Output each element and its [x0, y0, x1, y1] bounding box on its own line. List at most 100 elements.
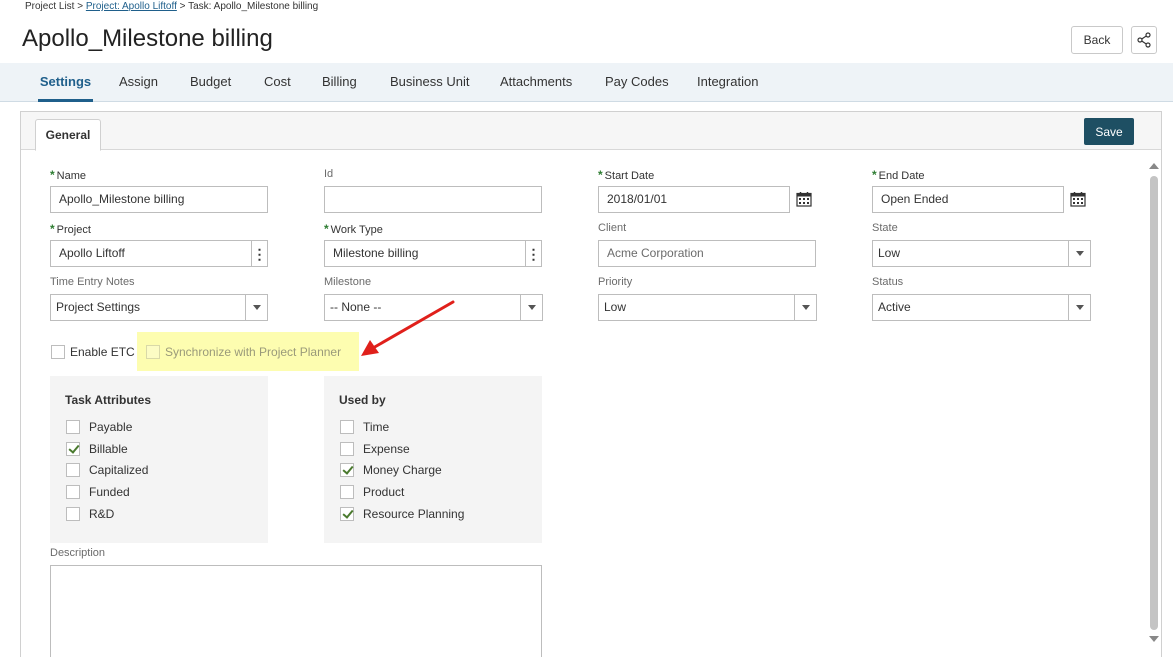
- state-select[interactable]: Low: [872, 240, 1091, 267]
- priority-value: Low: [604, 300, 627, 314]
- resource-planning-label: Resource Planning: [363, 507, 465, 521]
- rd-label: R&D: [89, 507, 115, 521]
- name-label: * Name: [50, 168, 87, 182]
- page-title: Apollo_Milestone billing: [22, 25, 273, 52]
- description-textarea[interactable]: [50, 565, 542, 657]
- scroll-up-icon[interactable]: [1149, 163, 1159, 169]
- id-input[interactable]: [324, 186, 542, 213]
- funded-checkbox[interactable]: [66, 485, 80, 499]
- priority-dropdown-toggle[interactable]: [794, 295, 816, 320]
- tab-assign[interactable]: Assign: [119, 63, 158, 102]
- tab-integration[interactable]: Integration: [697, 63, 758, 102]
- work-type-label: * Work Type: [324, 222, 383, 236]
- product-checkbox[interactable]: [340, 485, 354, 499]
- end-date-input[interactable]: Open Ended: [872, 186, 1064, 213]
- tab-attachments[interactable]: Attachments: [500, 63, 572, 102]
- breadcrumb-separator: >: [77, 1, 84, 12]
- share-icon: [1137, 32, 1151, 48]
- tab-billing[interactable]: Billing: [322, 63, 357, 102]
- save-button[interactable]: Save: [1084, 118, 1134, 145]
- start-date-input[interactable]: 2018/01/01: [598, 186, 790, 213]
- scroll-down-icon[interactable]: [1149, 636, 1159, 642]
- milestone-label: Milestone: [324, 276, 372, 288]
- status-dropdown-toggle[interactable]: [1068, 295, 1090, 320]
- capitalized-checkbox[interactable]: [66, 463, 80, 477]
- time-entry-notes-label: Time Entry Notes: [50, 276, 135, 288]
- resource-planning-checkbox[interactable]: [340, 507, 354, 521]
- used-by-title: Used by: [339, 393, 386, 407]
- calendar-icon[interactable]: [1070, 191, 1086, 207]
- chevron-down-icon: [252, 305, 261, 310]
- status-label: Status: [872, 276, 904, 288]
- breadcrumb-project-link[interactable]: Project: Apollo Liftoff: [86, 1, 177, 12]
- state-label: State: [872, 222, 898, 234]
- product-label: Product: [363, 485, 405, 499]
- calendar-icon[interactable]: [796, 191, 812, 207]
- task-attributes-title: Task Attributes: [65, 393, 152, 407]
- tab-budget[interactable]: Budget: [190, 63, 231, 102]
- rd-checkbox[interactable]: [66, 507, 80, 521]
- project-input[interactable]: Apollo Liftoff ⋮: [50, 240, 268, 267]
- breadcrumb-current-task: Task: Apollo_Milestone billing: [188, 1, 319, 12]
- client-input[interactable]: Acme Corporation: [598, 240, 816, 267]
- expense-checkbox[interactable]: [340, 442, 354, 456]
- name-input[interactable]: Apollo_Milestone billing: [50, 186, 268, 213]
- state-dropdown-toggle[interactable]: [1068, 241, 1090, 266]
- breadcrumb-separator: >: [179, 1, 186, 12]
- payable-checkbox[interactable]: [66, 420, 80, 434]
- share-button[interactable]: [1131, 26, 1157, 54]
- required-marker: *: [598, 168, 603, 182]
- enable-etc-label: Enable ETC: [70, 345, 135, 359]
- back-button[interactable]: Back: [1071, 26, 1123, 54]
- chevron-down-icon: [527, 305, 536, 310]
- project-menu-button[interactable]: ⋮: [251, 241, 267, 266]
- billable-checkbox[interactable]: [66, 442, 80, 456]
- required-marker: *: [50, 168, 55, 182]
- money-charge-label: Money Charge: [363, 463, 442, 477]
- sync-planner-label: Synchronize with Project Planner: [165, 345, 342, 359]
- work-type-input[interactable]: Milestone billing ⋮: [324, 240, 542, 267]
- panel-header: General Save: [21, 112, 1161, 151]
- capitalized-label: Capitalized: [89, 463, 149, 477]
- work-type-value: Milestone billing: [333, 246, 419, 260]
- tab-bar: Settings Assign Budget Cost Billing Busi…: [0, 63, 1173, 102]
- enable-etc-checkbox[interactable]: [51, 345, 65, 359]
- tab-settings[interactable]: Settings: [38, 63, 93, 102]
- priority-select[interactable]: Low: [598, 294, 817, 321]
- milestone-dropdown-toggle[interactable]: [520, 295, 542, 320]
- chevron-down-icon: [1075, 251, 1084, 256]
- scrollbar-thumb[interactable]: [1150, 176, 1158, 630]
- client-label: Client: [598, 222, 627, 234]
- time-checkbox[interactable]: [340, 420, 354, 434]
- work-type-menu-button[interactable]: ⋮: [525, 241, 541, 266]
- tab-business-unit[interactable]: Business Unit: [390, 63, 469, 102]
- start-date-label: * Start Date: [598, 168, 655, 182]
- funded-label: Funded: [89, 485, 130, 499]
- chevron-down-icon: [1075, 305, 1084, 310]
- annotation-arrow-icon: [361, 300, 455, 356]
- priority-label: Priority: [598, 276, 633, 288]
- payable-label: Payable: [89, 420, 133, 434]
- required-marker: *: [50, 222, 55, 236]
- id-label: Id: [324, 168, 334, 180]
- money-charge-checkbox[interactable]: [340, 463, 354, 477]
- time-entry-notes-select[interactable]: Project Settings: [50, 294, 268, 321]
- chevron-down-icon: [801, 305, 810, 310]
- kebab-icon: ⋮: [252, 245, 267, 262]
- time-entry-notes-dropdown-toggle[interactable]: [245, 295, 267, 320]
- breadcrumb-project-list[interactable]: Project List: [25, 1, 74, 12]
- subtab-general[interactable]: General: [35, 119, 101, 151]
- sync-planner-checkbox[interactable]: [146, 345, 160, 359]
- description-label: Description: [50, 547, 106, 559]
- required-marker: *: [872, 168, 877, 182]
- tab-cost[interactable]: Cost: [264, 63, 291, 102]
- time-label: Time: [363, 420, 390, 434]
- state-value: Low: [878, 246, 901, 260]
- expense-label: Expense: [363, 442, 410, 456]
- tab-pay-codes[interactable]: Pay Codes: [605, 63, 669, 102]
- kebab-icon: ⋮: [526, 245, 541, 262]
- status-value: Active: [878, 300, 911, 314]
- required-marker: *: [324, 222, 329, 236]
- status-select[interactable]: Active: [872, 294, 1091, 321]
- project-label: * Project: [50, 222, 91, 236]
